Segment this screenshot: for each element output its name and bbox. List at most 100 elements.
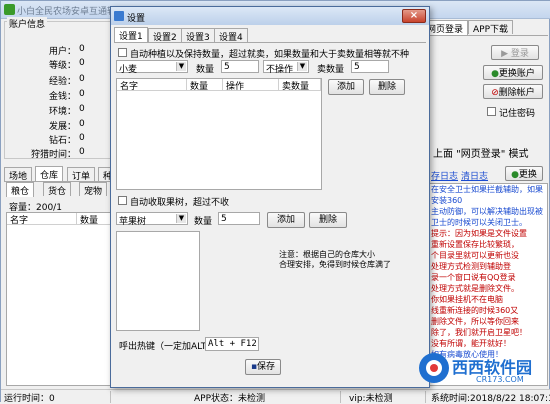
log-line: 处理方式就是删除文件。 xyxy=(431,284,519,293)
warehouse-table[interactable]: 名字 数量 xyxy=(6,212,113,386)
qty-label: 数量 xyxy=(196,65,215,75)
login-button[interactable]: ▶ 登录 xyxy=(491,45,539,60)
tree-list[interactable] xyxy=(116,231,200,331)
log-line: 线重新连接的时候360又 xyxy=(431,306,519,315)
crop-select[interactable]: 小麦 ▼ xyxy=(116,60,188,75)
status-time: 系统时间:2018/8/22 18:07:14 xyxy=(431,394,550,404)
tree-qty-input[interactable]: 5 xyxy=(218,212,260,225)
field-label-user: 用户： xyxy=(49,47,77,57)
qty-input[interactable]: 5 xyxy=(221,60,259,73)
tab-app-download[interactable]: APP下载 xyxy=(468,20,514,35)
status-runtime: 运行时间：0 xyxy=(1,391,111,404)
watermark-logo: 西西软件园 CR173.COM xyxy=(416,348,550,388)
delete-account-button[interactable]: ⊘删除帐户 xyxy=(483,84,543,99)
save-button[interactable]: ▪保存 xyxy=(245,359,281,375)
web-login-hint: 上面 "网页登录" 模式 xyxy=(433,149,529,160)
field-value-hunt: 0 xyxy=(79,147,85,157)
crop-select-value: 小麦 xyxy=(119,65,138,75)
app-icon xyxy=(4,4,15,15)
harvest-checkbox[interactable] xyxy=(118,196,127,205)
update-icon: ● xyxy=(511,170,519,180)
field-value-exp: 0 xyxy=(79,74,85,84)
chevron-down-icon: ▼ xyxy=(176,62,186,71)
field-label-hunt: 狩猎时间： xyxy=(31,150,77,160)
right-tab-divider xyxy=(422,35,548,36)
dialog-title: 设置 xyxy=(127,14,146,24)
log-line: 主动防御，可以解决辅助出现被 xyxy=(431,207,543,216)
field-value-level: 0 xyxy=(79,58,85,68)
log-line: 录一个窗口说有QQ登录 xyxy=(431,273,516,282)
field-value-diamond: 0 xyxy=(79,133,85,143)
subtab-granary[interactable]: 粮仓 xyxy=(6,182,35,197)
switch-account-label: 更换账户 xyxy=(498,69,535,79)
action-select-value: 不操作 xyxy=(266,65,294,75)
save-button-label: 保存 xyxy=(257,362,276,372)
dialog-title-bar: 设置 × xyxy=(111,7,429,25)
col-header-action[interactable]: 操作 xyxy=(223,79,279,92)
field-label-dev: 发展： xyxy=(49,122,77,132)
col-header-sell[interactable]: 卖数量 xyxy=(279,79,321,92)
seed-table[interactable]: 名字 数量 操作 卖数量 xyxy=(116,78,322,190)
field-value-env: 0 xyxy=(79,104,85,114)
chevron-down-icon: ▼ xyxy=(176,214,186,223)
col-header-qty[interactable]: 数量 xyxy=(187,79,223,92)
tree-select[interactable]: 苹果树 ▼ xyxy=(116,212,188,227)
harvest-label: 自动收取果树，超过不收 xyxy=(130,198,230,208)
login-icon: ▶ xyxy=(501,49,511,59)
log-line: 处理方式检测到辅助登 xyxy=(431,262,511,271)
col-header-name[interactable]: 名字 xyxy=(117,79,187,92)
log-line: 删除文件，所以等你回来 xyxy=(431,317,519,326)
log-line: 个目录里就可以更新也没 xyxy=(431,251,519,260)
subtab-pets[interactable]: 宠物 xyxy=(79,182,108,197)
delete-icon: ⊘ xyxy=(491,88,499,98)
log-line: 卫士的时候可以关闭卫士。 xyxy=(431,218,527,227)
tab-settings1[interactable]: 设置1 xyxy=(114,27,148,42)
field-value-dev: 0 xyxy=(79,119,85,129)
settings-dialog: 设置 × 设置1 设置2 设置3 设置4 自动种植以及保持数量，超过就卖，如果数… xyxy=(110,6,430,388)
auto-seed-checkbox[interactable] xyxy=(118,48,127,57)
field-label-diamond: 钻石： xyxy=(49,136,77,146)
action-select[interactable]: 不操作 ▼ xyxy=(263,60,309,75)
field-value-user: 0 xyxy=(79,44,85,54)
chevron-down-icon: ▼ xyxy=(297,62,307,71)
tab-settings3[interactable]: 设置3 xyxy=(181,28,215,43)
tab-settings2[interactable]: 设置2 xyxy=(148,28,182,43)
remember-password-checkbox[interactable] xyxy=(487,107,496,116)
tree-qty-label: 数量 xyxy=(194,217,213,227)
log-line: 除了，我们就开启卫星吧！ xyxy=(431,328,527,337)
watermark-url: CR173.COM xyxy=(476,375,524,384)
field-label-money: 金钱： xyxy=(49,92,77,102)
switch-account-button[interactable]: ●更换账户 xyxy=(483,65,543,80)
status-app: APP状态：未检测 xyxy=(191,391,341,404)
refresh-icon: ● xyxy=(491,69,499,79)
delete-tree-button[interactable]: 删除 xyxy=(309,212,347,228)
status-bar: 运行时间：0 APP状态：未检测 vip:未检测 系统时间:2018/8/22 … xyxy=(1,389,550,404)
tab-field[interactable]: 场地 xyxy=(4,167,33,182)
log-line: 重新设置保存比较繁琐， xyxy=(431,240,519,249)
warehouse-note: 注意：根据自己的仓库大小 合理安排，免得到时候仓库满了 xyxy=(279,250,391,269)
sell-qty-label: 卖数量 xyxy=(317,65,345,75)
status-vip: vip:未检测 xyxy=(346,391,426,404)
subtab-goods[interactable]: 货仓 xyxy=(43,182,72,197)
log-line: 提示：因为如果是文件设置 xyxy=(431,229,527,238)
add-tree-button[interactable]: 添加 xyxy=(267,212,305,228)
auto-seed-label: 自动种植以及保持数量，超过就卖，如果数量和大于卖数量相等就不种 xyxy=(130,50,410,60)
col-header-name[interactable]: 名字 xyxy=(7,213,77,226)
col-header-qty[interactable]: 数量 xyxy=(77,213,113,226)
close-button[interactable]: × xyxy=(402,9,426,23)
update-button[interactable]: ●更换 xyxy=(505,166,543,181)
tab-settings4[interactable]: 设置4 xyxy=(214,28,248,43)
add-button[interactable]: 添加 xyxy=(328,79,364,95)
clear-log-link[interactable]: 清日志 xyxy=(461,169,488,182)
field-label-env: 环境： xyxy=(49,107,77,117)
remember-password-label: 记住密码 xyxy=(499,109,536,119)
delete-button[interactable]: 删除 xyxy=(369,79,405,95)
sell-qty-input[interactable]: 5 xyxy=(351,60,389,73)
field-label-level: 等级： xyxy=(49,61,77,71)
save-log-link[interactable]: 存日志 xyxy=(431,169,458,182)
tab-warehouse[interactable]: 仓库 xyxy=(35,166,64,181)
tree-select-value: 苹果树 xyxy=(119,217,147,227)
log-line: 你如果挂机不在电脑 xyxy=(431,295,503,304)
tab-orders[interactable]: 订单 xyxy=(67,167,96,182)
hotkey-input[interactable]: Alt + F12 xyxy=(205,337,259,351)
